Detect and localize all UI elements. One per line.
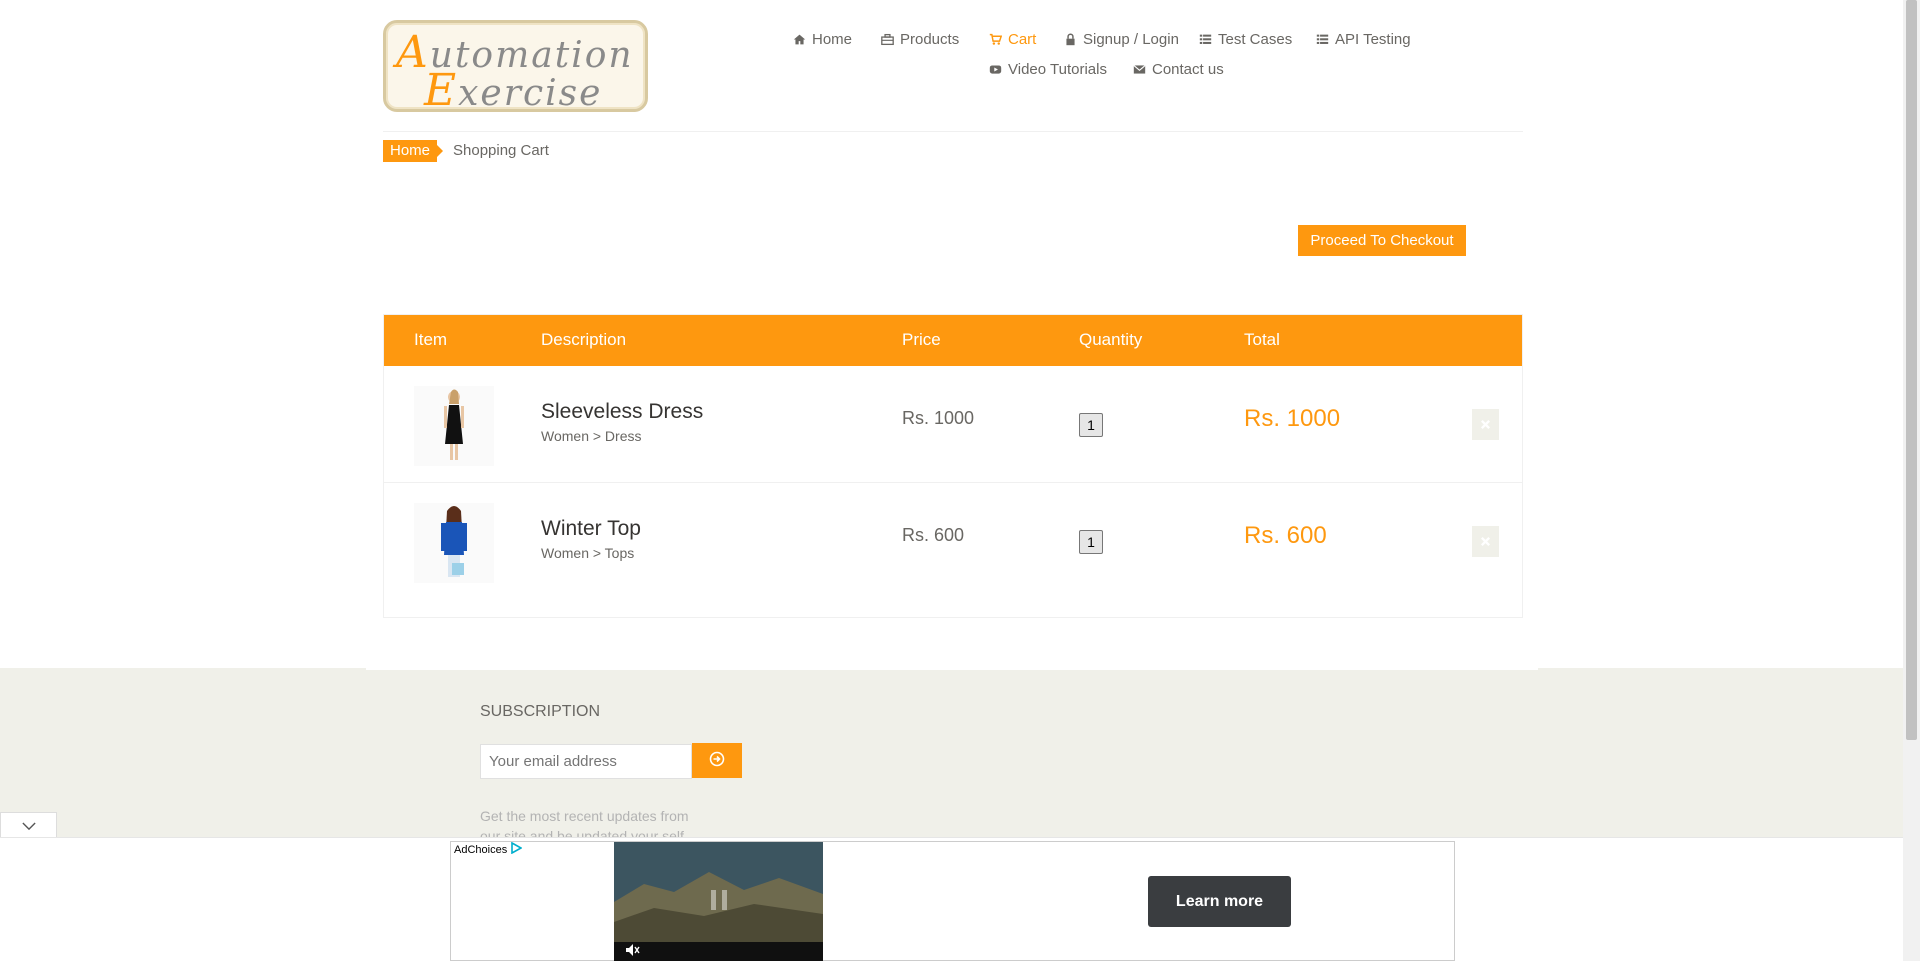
learn-more-button[interactable]: Learn more [1148, 876, 1291, 927]
subscription-email-input[interactable] [480, 744, 692, 779]
breadcrumb-home[interactable]: Home [383, 140, 444, 162]
logo-line-2: Exercise [424, 65, 603, 116]
table-row: Sleeveless Dress Women > Dress Rs. 1000 … [384, 366, 1522, 483]
product-name[interactable]: Winter Top [541, 517, 641, 541]
nav-api-testing-label: API Testing [1335, 31, 1411, 48]
adchoices-label: AdChoices [454, 843, 508, 856]
shopping-cart-icon [989, 33, 1002, 46]
product-price: Rs. 600 [902, 525, 965, 545]
site-logo[interactable]: Automation Exercise [383, 20, 648, 116]
ad-collapse-button[interactable] [0, 812, 57, 838]
cart-table-header: Item Description Price Quantity Total [384, 315, 1522, 366]
product-image[interactable] [414, 503, 494, 583]
ad-frame[interactable] [450, 841, 1455, 961]
nav-products-label: Products [900, 31, 960, 48]
briefcase-icon [881, 33, 894, 46]
remove-item-button[interactable] [1472, 526, 1499, 557]
column-description: Description [541, 330, 627, 349]
nav-products[interactable]: Products [881, 31, 959, 48]
arrow-circle-right-icon [709, 751, 725, 770]
proceed-to-checkout-button[interactable]: Proceed To Checkout [1298, 225, 1466, 256]
nav-video-tutorials[interactable]: Video Tutorials [989, 61, 1107, 78]
pause-icon[interactable] [707, 888, 731, 916]
list-icon [1199, 33, 1212, 46]
nav-cart-label: Cart [1008, 31, 1037, 48]
envelope-icon [1133, 63, 1146, 76]
subscription-title: SUBSCRIPTION [480, 703, 601, 720]
quantity-value: 1 [1079, 413, 1103, 437]
column-item: Item [414, 330, 448, 349]
quantity-value: 1 [1079, 530, 1103, 554]
product-category: Women > Dress [541, 428, 642, 444]
column-price: Price [902, 330, 941, 349]
remove-item-button[interactable] [1472, 409, 1499, 440]
scrollbar-thumb[interactable] [1906, 0, 1917, 740]
adchoices-link[interactable]: AdChoices [454, 841, 523, 857]
nav-video-tutorials-label: Video Tutorials [1008, 61, 1107, 78]
product-total: Rs. 600 [1244, 522, 1327, 549]
nav-contact-us[interactable]: Contact us [1133, 61, 1224, 78]
close-icon [1480, 415, 1491, 434]
header-divider [383, 131, 1523, 132]
nav-cart[interactable]: Cart [989, 31, 1036, 48]
nav-api-testing[interactable]: API Testing [1316, 31, 1411, 48]
lock-icon [1064, 33, 1077, 46]
subscribe-button[interactable] [692, 743, 742, 778]
nav-test-cases[interactable]: Test Cases [1199, 31, 1292, 48]
nav-signup-login-label: Signup / Login [1083, 31, 1179, 48]
product-image[interactable] [414, 386, 494, 466]
column-quantity: Quantity [1079, 330, 1143, 349]
nav-signup-login[interactable]: Signup / Login [1064, 31, 1179, 48]
chevron-down-icon [21, 816, 36, 835]
column-total: Total [1244, 330, 1280, 349]
youtube-play-icon [989, 63, 1002, 76]
nav-test-cases-label: Test Cases [1218, 31, 1293, 48]
mute-icon[interactable] [624, 942, 640, 961]
product-price: Rs. 1000 [902, 408, 975, 428]
nav-home[interactable]: Home [793, 31, 852, 48]
list-icon [1316, 33, 1329, 46]
ad-video[interactable] [614, 842, 823, 961]
product-category: Women > Tops [541, 545, 635, 561]
adchoices-icon [510, 841, 523, 857]
close-icon [1480, 532, 1491, 551]
breadcrumb-current: Shopping Cart [453, 142, 549, 159]
nav-contact-us-label: Contact us [1152, 61, 1224, 78]
product-name[interactable]: Sleeveless Dress [541, 400, 703, 424]
product-total: Rs. 1000 [1244, 405, 1341, 432]
home-icon [793, 33, 806, 46]
nav-home-label: Home [812, 31, 853, 48]
table-row: Winter Top Women > Tops Rs. 600 1 Rs. 60… [384, 483, 1522, 600]
cart-table: Item Description Price Quantity Total Sl… [383, 314, 1523, 618]
footer-divider [366, 668, 1538, 670]
